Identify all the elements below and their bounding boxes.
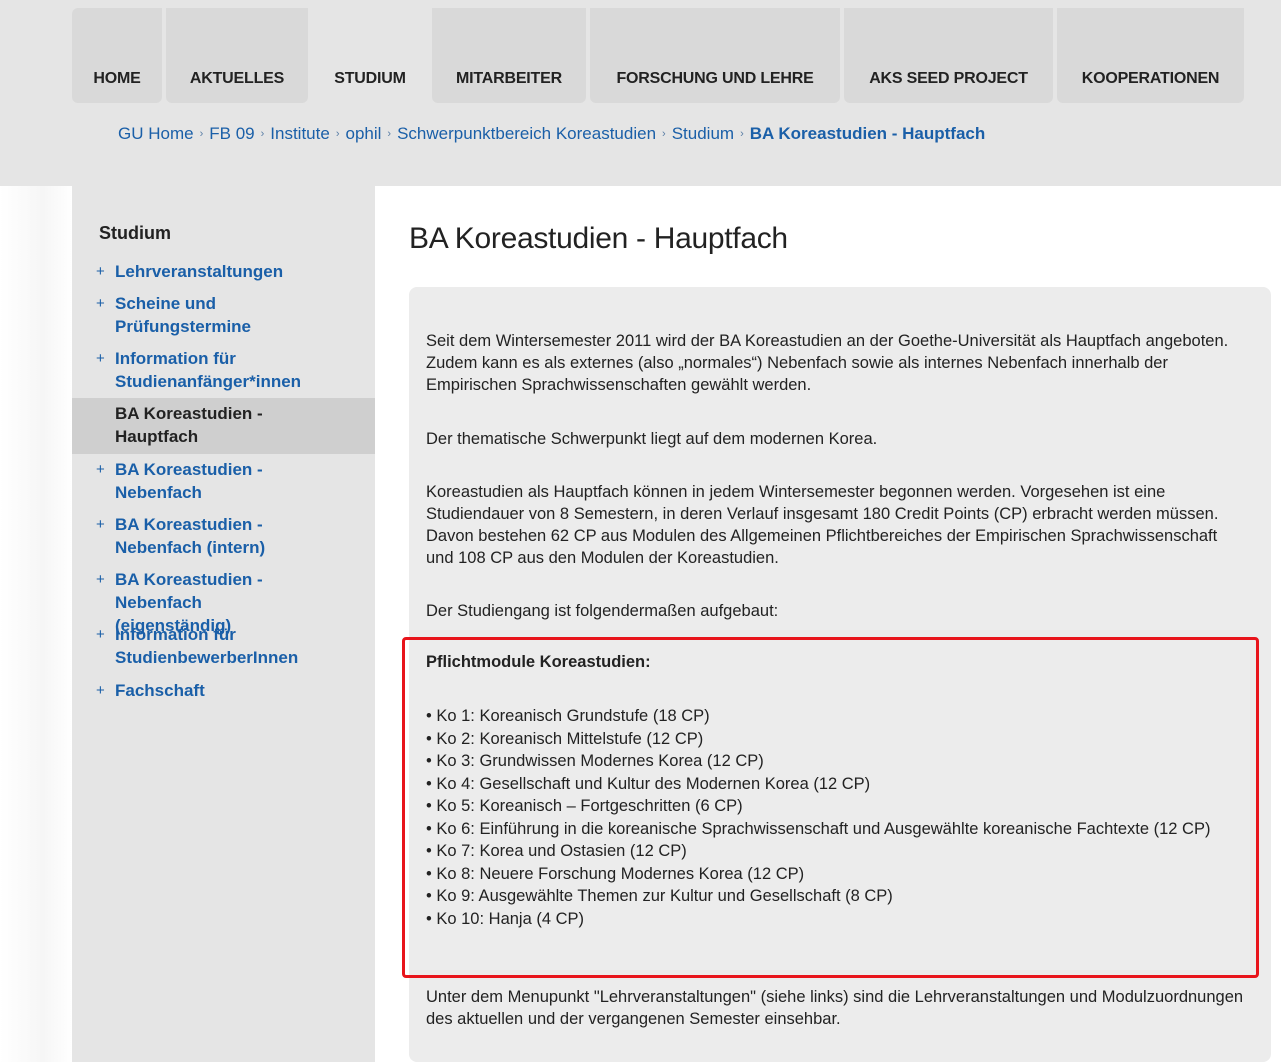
breadcrumb-separator-icon: › <box>740 128 744 140</box>
list-item: • Ko 10: Hanja (4 CP) <box>426 909 585 928</box>
sidebar-item-nebenfach[interactable]: + BA Koreastudien - Nebenfach <box>72 458 375 504</box>
plus-icon: + <box>96 295 105 312</box>
page-gutter <box>0 186 72 1062</box>
plus-icon: + <box>96 571 105 588</box>
nav-tab-label: HOME <box>93 70 141 87</box>
page-title: BA Koreastudien - Hauptfach <box>409 222 788 255</box>
breadcrumb-current[interactable]: BA Koreastudien - Hauptfach <box>750 124 986 143</box>
sidebar-item-lehrveranstaltungen[interactable]: + Lehrveranstaltungen <box>72 260 375 283</box>
nav-tab-forschung-und-lehre[interactable]: FORSCHUNG UND LEHRE <box>590 8 840 103</box>
sidebar-item-label: Fachschaft <box>115 681 205 700</box>
breadcrumb-separator-icon: › <box>387 128 392 140</box>
list-item: • Ko 2: Koreanisch Mittelstufe (12 CP) <box>426 729 704 748</box>
nav-tab-kooperationen[interactable]: KOOPERATIONEN <box>1057 8 1244 103</box>
sidebar-item-scheine[interactable]: + Scheine und Prüfungstermine <box>72 292 375 338</box>
sidebar-item-label: Lehrveranstaltungen <box>115 262 284 281</box>
nav-tab-label: MITARBEITER <box>456 70 562 87</box>
breadcrumb-schwerpunktbereich[interactable]: Schwerpunktbereich Koreastudien <box>397 124 656 143</box>
nav-tab-label: AKTUELLES <box>189 70 285 87</box>
list-item: • Ko 5: Koreanisch – Fortgeschritten (6 … <box>426 797 743 815</box>
sidebar-title: Studium <box>99 223 171 243</box>
sidebar-item-nebenfach-intern[interactable]: + BA Koreastudien - Nebenfach (intern) <box>72 513 375 559</box>
nav-tab-studium[interactable]: STUDIUM <box>312 8 428 103</box>
breadcrumb-ophil[interactable]: ophil <box>346 124 382 143</box>
breadcrumb: GU Home › FB 09 › Institute › ophil › Schwerpunk… <box>118 124 985 144</box>
plus-icon: + <box>96 626 105 643</box>
nav-tab-label: KOOPERATIONEN <box>1081 70 1220 87</box>
plus-icon: + <box>96 461 105 478</box>
nav-tab-home[interactable]: HOME <box>72 8 162 103</box>
breadcrumb-separator-icon: › <box>662 128 666 140</box>
breadcrumb-studium[interactable]: Studium <box>672 124 734 143</box>
sidebar-item-label: Scheine und Prüfungstermine <box>115 294 252 336</box>
list-item: • Ko 6: Einführung in die koreanische Sp… <box>426 819 1211 838</box>
plus-icon: + <box>96 350 105 367</box>
study-duration-paragraph: Koreastudien als Hauptfach können in jed… <box>426 483 1219 567</box>
breadcrumb-fb-09[interactable]: FB 09 <box>209 124 254 143</box>
list-item: • Ko 4: Gesellschaft und Kultur des Mode… <box>426 774 871 793</box>
sidebar-item-label: Information für StudienbewerberInnen <box>115 625 299 667</box>
list-item: • Ko 3: Grundwissen Modernes Korea (12 C… <box>426 752 764 770</box>
nav-tab-aktuelles[interactable]: AKTUELLES <box>166 8 308 103</box>
sidebar-item-studienbewerber[interactable]: + Information für StudienbewerberInnen <box>72 623 375 669</box>
sidebar-item-fachschaft[interactable]: + Fachschaft <box>72 679 375 702</box>
plus-icon: + <box>96 263 105 280</box>
list-item: • Ko 9: Ausgewählte Themen zur Kultur un… <box>426 887 893 905</box>
nav-tab-aks-seed-project[interactable]: AKS SEED PROJECT <box>844 8 1053 103</box>
modules-heading: Pflichtmodule Koreastudien: <box>426 653 651 671</box>
breadcrumb-institute[interactable]: Institute <box>270 124 330 143</box>
plus-icon: + <box>96 682 105 699</box>
list-item: • Ko 1: Koreanisch Grundstufe (18 CP) <box>426 707 710 725</box>
focus-paragraph: Der thematische Schwerpunkt liegt auf de… <box>426 430 878 448</box>
list-item: • Ko 8: Neuere Forschung Modernes Korea … <box>426 864 805 883</box>
nav-tab-label: STUDIUM <box>334 70 406 87</box>
sidebar-item-hauptfach[interactable]: BA Koreastudien - Hauptfach <box>72 398 375 454</box>
sidebar-item-label: Information für Studienanfänger*innen <box>115 349 302 391</box>
list-item: • Ko 7: Korea und Ostasien (12 CP) <box>426 842 687 860</box>
breadcrumb-gu-home[interactable]: GU Home <box>118 124 194 143</box>
nav-tab-mitarbeiter[interactable]: MITARBEITER <box>432 8 586 103</box>
plus-icon: + <box>96 516 105 533</box>
sidebar-item-label: BA Koreastudien - Nebenfach (intern) <box>115 515 266 557</box>
nav-tab-label: FORSCHUNG UND LEHRE <box>616 70 814 87</box>
intro-paragraph: Seit dem Wintersemester 2011 wird der BA… <box>426 332 1229 394</box>
sidebar-item-nebenfach-eigenstaendig[interactable]: + BA Koreastudien - Nebenfach (eigenstän… <box>72 568 375 635</box>
sidebar-item-label: BA Koreastudien - Hauptfach <box>115 404 263 446</box>
breadcrumb-separator-icon: › <box>260 128 265 140</box>
sidebar-item-studienanfaenger[interactable]: + Information für Studienanfänger*innen <box>72 347 375 393</box>
nav-tab-label: AKS SEED PROJECT <box>869 70 1028 87</box>
sidebar-item-label: BA Koreastudien - Nebenfach <box>115 460 263 502</box>
footer-note-paragraph: Unter dem Menupunkt "Lehrveranstaltungen… <box>426 988 1244 1028</box>
breadcrumb-separator-icon: › <box>335 128 340 140</box>
breadcrumb-separator-icon: › <box>199 128 204 140</box>
structure-paragraph: Der Studiengang ist folgendermaßen aufge… <box>426 602 779 620</box>
modules-list: • Ko 1: Koreanisch Grundstufe (18 CP) • … <box>426 705 1246 930</box>
sidebar: Studium + Lehrveranstaltungen + Scheine … <box>72 186 375 1062</box>
